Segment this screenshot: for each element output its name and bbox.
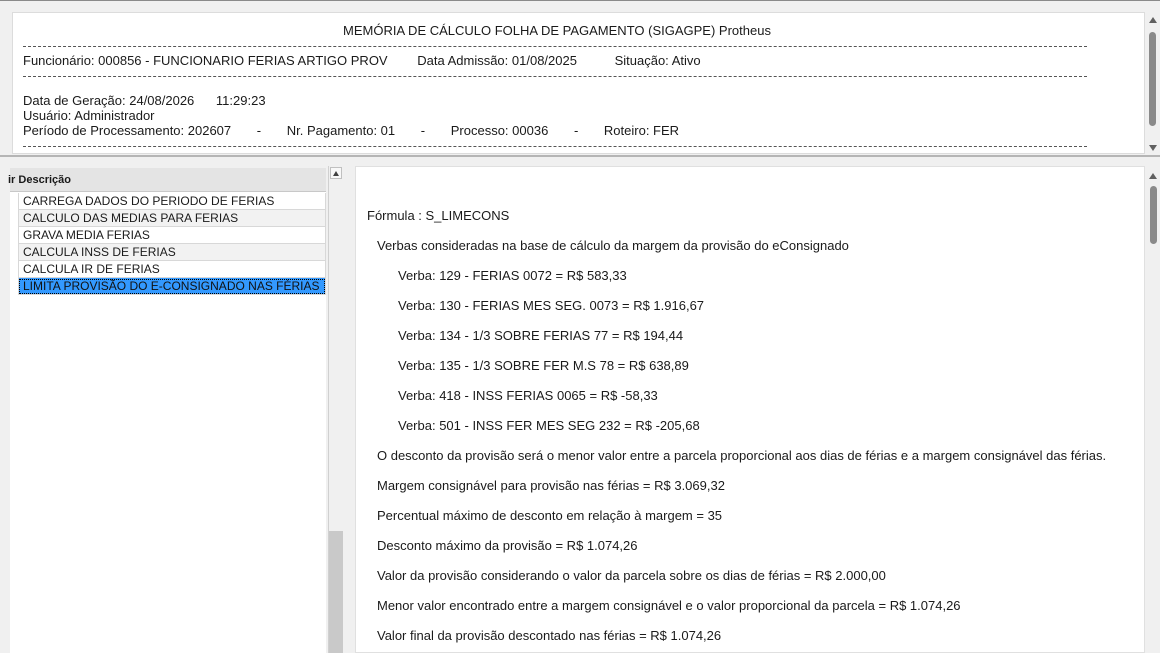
status-info: Situação: Ativo xyxy=(614,53,701,68)
memo-scrollbar[interactable] xyxy=(1146,166,1160,653)
verba-line: Verba: 129 - FERIAS 0072 = R$ 583,33 xyxy=(398,268,627,283)
processing-period: Período de Processamento: 202607 xyxy=(23,123,232,138)
processing-line: Período de Processamento: 202607 - Nr. P… xyxy=(23,123,679,138)
scroll-down-icon[interactable] xyxy=(1149,145,1157,151)
scroll-thumb[interactable] xyxy=(1150,186,1157,244)
admission-date: Data Admissão: 01/08/2025 xyxy=(417,53,577,68)
employee-line: Funcionário: 000856 - FUNCIONARIO FERIAS… xyxy=(23,53,701,68)
column-header-label: ir Descrição xyxy=(8,174,71,186)
list-item-selected[interactable]: LIMITA PROVISÃO DO E-CONSIGNADO NAS FÉRI… xyxy=(18,278,326,295)
top-rule xyxy=(0,0,1160,1)
detail-line: Margem consignável para provisão nas fér… xyxy=(377,478,725,493)
list-column-header[interactable]: ir Descrição xyxy=(8,168,326,192)
detail-line: Menor valor encontrado entre a margem co… xyxy=(377,598,961,613)
scroll-up-icon[interactable] xyxy=(330,167,342,179)
scroll-up-icon[interactable] xyxy=(1149,173,1157,179)
list-item[interactable]: CALCULA IR DE FERIAS xyxy=(18,261,326,278)
list-item[interactable]: CALCULA INSS DE FERIAS xyxy=(18,244,326,261)
employee-info: Funcionário: 000856 - FUNCIONARIO FERIAS… xyxy=(23,53,388,68)
verba-line: Verba: 135 - 1/3 SOBRE FER M.S 78 = R$ 6… xyxy=(398,358,689,373)
verbas-intro: Verbas consideradas na base de cálculo d… xyxy=(377,238,849,253)
list-item[interactable]: CARREGA DADOS DO PERIODO DE FERIAS xyxy=(18,193,326,210)
scroll-thumb[interactable] xyxy=(1149,32,1156,126)
report-header: MEMÓRIA DE CÁLCULO FOLHA DE PAGAMENTO (S… xyxy=(12,12,1145,154)
generation-line: Data de Geração: 24/08/2026 11:29:23 xyxy=(23,93,266,108)
verba-line: Verba: 130 - FERIAS MES SEG. 0073 = R$ 1… xyxy=(398,298,705,313)
scroll-thumb[interactable] xyxy=(329,531,343,653)
detail-line: Desconto máximo da provisão = R$ 1.074,2… xyxy=(377,538,638,553)
generation-date: Data de Geração: 24/08/2026 xyxy=(23,93,195,108)
report-title: MEMÓRIA DE CÁLCULO FOLHA DE PAGAMENTO (S… xyxy=(343,23,771,38)
dashed-separator xyxy=(23,76,1087,77)
user-line: Usuário: Administrador xyxy=(23,108,155,123)
separator: - xyxy=(256,123,262,138)
splitter[interactable] xyxy=(0,155,1160,157)
header-scrollbar[interactable] xyxy=(1146,12,1160,154)
detail-line: Percentual máximo de desconto em relação… xyxy=(377,508,723,523)
verba-line: Verba: 134 - 1/3 SOBRE FERIAS 77 = R$ 19… xyxy=(398,328,684,343)
payment-number: Nr. Pagamento: 01 xyxy=(286,123,396,138)
verba-line: Verba: 418 - INSS FERIAS 0065 = R$ -58,3… xyxy=(398,388,658,403)
step-list: ir Descrição CARREGA DADOS DO PERIODO DE… xyxy=(8,168,326,653)
formula-label: Fórmula : S_LIMECONS xyxy=(367,208,510,223)
generation-time: 11:29:23 xyxy=(215,93,266,108)
list-item[interactable]: CALCULO DAS MEDIAS PARA FERIAS xyxy=(18,210,326,227)
process-code: Processo: 00036 xyxy=(450,123,549,138)
verba-line: Verba: 501 - INSS FER MES SEG 232 = R$ -… xyxy=(398,418,700,433)
dashed-separator xyxy=(23,146,1087,147)
separator: - xyxy=(420,123,426,138)
list-item[interactable]: GRAVA MEDIA FERIAS xyxy=(18,227,326,244)
dashed-separator xyxy=(23,46,1087,47)
script-code: Roteiro: FER xyxy=(603,123,680,138)
detail-line: Valor final da provisão descontado nas f… xyxy=(377,628,722,643)
detail-line: Valor da provisão considerando o valor d… xyxy=(377,568,886,583)
list-scrollbar[interactable] xyxy=(328,166,343,653)
calculation-memo: Fórmula : S_LIMECONS Verbas consideradas… xyxy=(355,166,1145,653)
detail-line: O desconto da provisão será o menor valo… xyxy=(377,448,1107,463)
separator: - xyxy=(573,123,579,138)
scroll-up-icon[interactable] xyxy=(1149,17,1157,23)
